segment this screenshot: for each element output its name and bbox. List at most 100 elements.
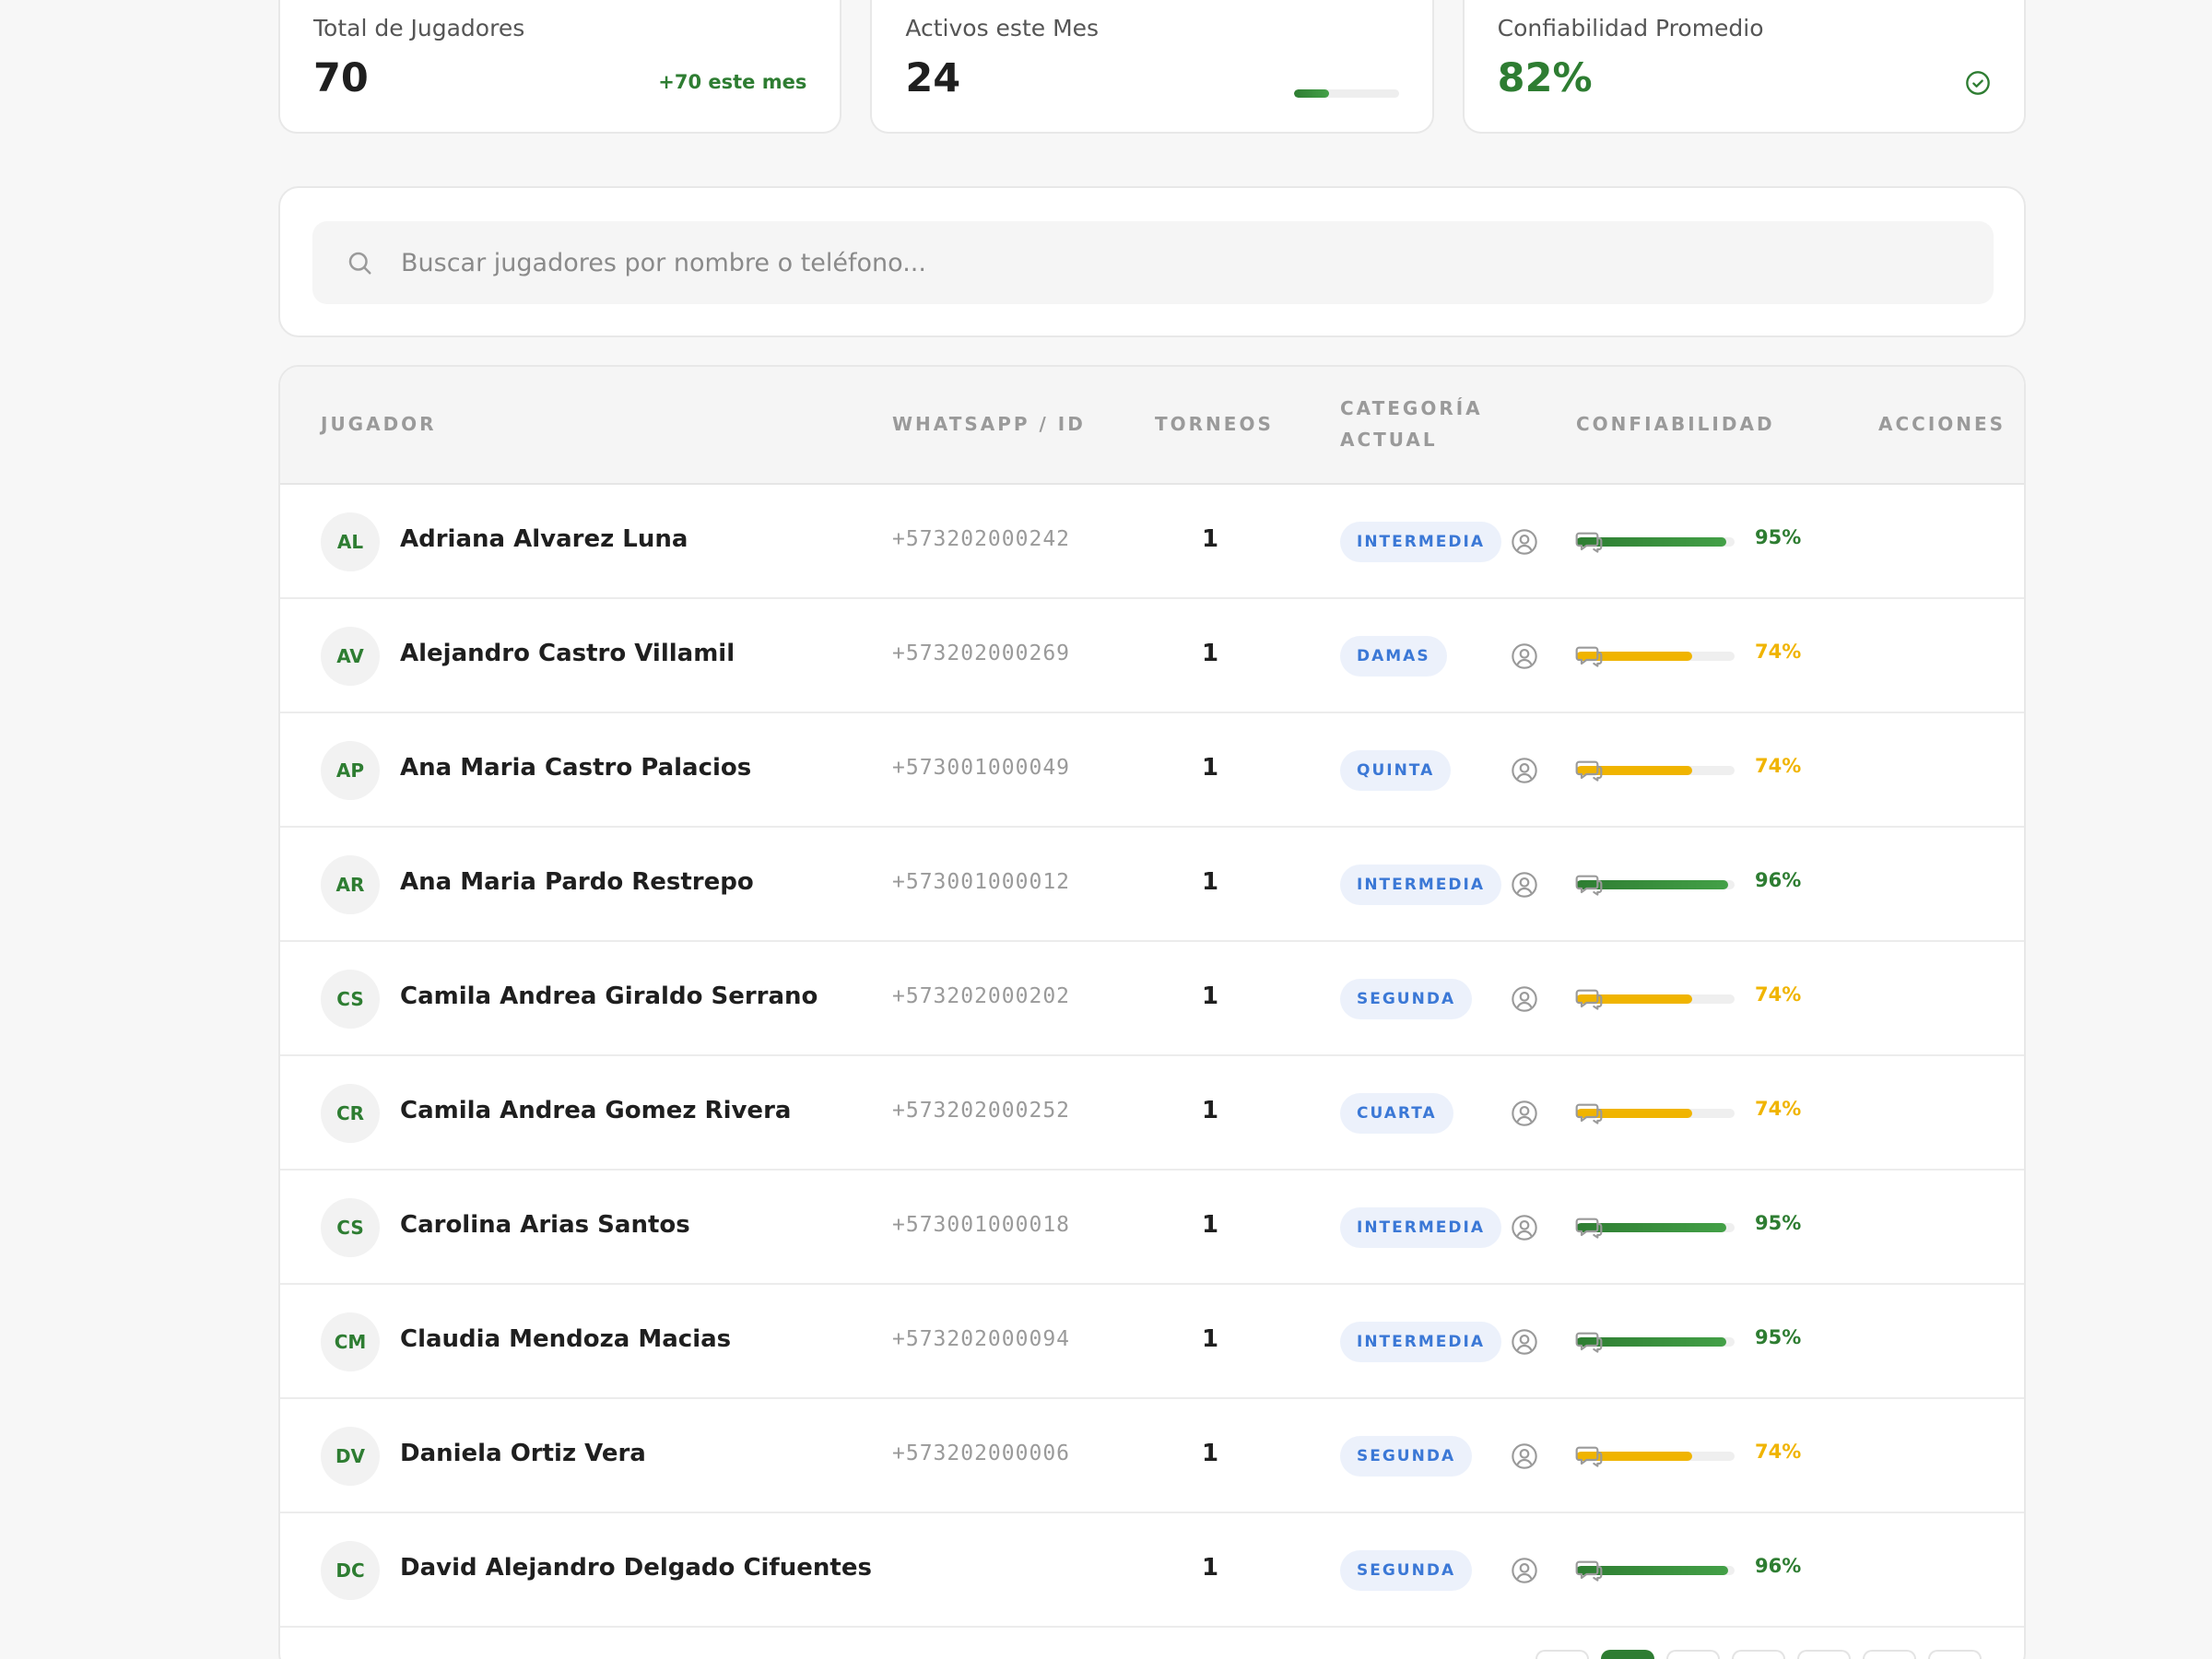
player-phone: +573001000049 bbox=[892, 756, 1071, 780]
pagination bbox=[1535, 1650, 1982, 1659]
chat-icon[interactable] bbox=[1574, 527, 1604, 557]
chat-icon[interactable] bbox=[1574, 870, 1604, 900]
stat-card-active-month: Activos este Mes 24 bbox=[870, 0, 1434, 134]
user-profile-icon[interactable] bbox=[1510, 870, 1539, 900]
header-category[interactable]: CATEGORÍA ACTUAL bbox=[1340, 393, 1483, 455]
player-name[interactable]: Ana Maria Castro Palacios bbox=[400, 754, 751, 782]
page-button[interactable] bbox=[1797, 1650, 1851, 1659]
category-badge: DAMAS bbox=[1340, 636, 1447, 677]
search-input[interactable] bbox=[401, 221, 1968, 304]
player-name[interactable]: Adriana Alvarez Luna bbox=[400, 525, 688, 553]
chat-icon[interactable] bbox=[1574, 1556, 1604, 1585]
page-button-active[interactable] bbox=[1601, 1650, 1654, 1659]
chat-icon[interactable] bbox=[1574, 756, 1604, 785]
avatar: AR bbox=[321, 855, 380, 914]
table-row[interactable]: AV Alejandro Castro Villamil +573202000269… bbox=[280, 599, 2024, 713]
player-phone: +573202000094 bbox=[892, 1327, 1071, 1351]
table-row[interactable]: DV Daniela Ortiz Vera +573202000006 1 SEGUND… bbox=[280, 1399, 2024, 1513]
player-name[interactable]: Camila Andrea Gomez Rivera bbox=[400, 1097, 791, 1124]
tournament-count: 1 bbox=[1201, 1325, 1219, 1353]
table-row[interactable]: AL Adriana Alvarez Luna +573202000242 1 INTE… bbox=[280, 485, 2024, 599]
page-button[interactable] bbox=[1666, 1650, 1720, 1659]
category-badge: INTERMEDIA bbox=[1340, 1322, 1501, 1362]
player-phone: +573001000012 bbox=[892, 870, 1071, 894]
header-tournaments[interactable]: TORNEOS bbox=[1155, 408, 1274, 440]
reliability-percent: 95% bbox=[1755, 1212, 1802, 1234]
reliability-percent: 96% bbox=[1755, 869, 1802, 891]
reliability-percent: 74% bbox=[1755, 983, 1802, 1006]
stat-value: 24 bbox=[905, 55, 961, 101]
tournament-count: 1 bbox=[1201, 525, 1219, 553]
user-profile-icon[interactable] bbox=[1510, 1556, 1539, 1585]
page-button[interactable] bbox=[1863, 1650, 1916, 1659]
table-row[interactable]: CR Camila Andrea Gomez Rivera +57320200025… bbox=[280, 1056, 2024, 1171]
user-profile-icon[interactable] bbox=[1510, 1327, 1539, 1357]
player-name[interactable]: Alejandro Castro Villamil bbox=[400, 640, 735, 667]
player-name[interactable]: Camila Andrea Giraldo Serrano bbox=[400, 982, 818, 1010]
player-phone: +573202000269 bbox=[892, 641, 1071, 665]
table-row[interactable]: CM Claudia Mendoza Macias +573202000094 1 IN… bbox=[280, 1285, 2024, 1399]
avatar: CS bbox=[321, 1198, 380, 1257]
category-badge: SEGUNDA bbox=[1340, 1550, 1473, 1591]
stat-label: Confiabilidad Promedio bbox=[1497, 15, 1764, 41]
tournament-count: 1 bbox=[1201, 868, 1219, 896]
user-profile-icon[interactable] bbox=[1510, 984, 1539, 1014]
page-button[interactable] bbox=[1732, 1650, 1785, 1659]
avatar: CM bbox=[321, 1312, 380, 1371]
user-profile-icon[interactable] bbox=[1510, 527, 1539, 557]
stats-row: Total de Jugadores 70 +70 este mes Activ… bbox=[278, 0, 2026, 134]
header-whatsapp[interactable]: WHATSAPP / ID bbox=[892, 408, 1086, 440]
player-name[interactable]: Ana Maria Pardo Restrepo bbox=[400, 868, 754, 896]
chat-icon[interactable] bbox=[1574, 984, 1604, 1014]
user-profile-icon[interactable] bbox=[1510, 1213, 1539, 1242]
category-badge: QUINTA bbox=[1340, 750, 1452, 791]
reliability-percent: 74% bbox=[1755, 755, 1802, 777]
chat-icon[interactable] bbox=[1574, 1099, 1604, 1128]
player-name[interactable]: Claudia Mendoza Macias bbox=[400, 1325, 731, 1353]
tournament-count: 1 bbox=[1201, 1211, 1219, 1239]
header-actions: ACCIONES bbox=[1878, 413, 2006, 435]
avatar: AV bbox=[321, 627, 380, 686]
header-player[interactable]: JUGADOR bbox=[321, 408, 437, 440]
table-row[interactable]: CS Camila Andrea Giraldo Serrano +57320200… bbox=[280, 942, 2024, 1056]
stat-label: Activos este Mes bbox=[905, 15, 1100, 41]
chat-icon[interactable] bbox=[1574, 641, 1604, 671]
header-reliability[interactable]: CONFIABILIDAD bbox=[1576, 408, 1775, 440]
table-row[interactable]: CS Carolina Arias Santos +573001000018 1 INT… bbox=[280, 1171, 2024, 1285]
avatar: AP bbox=[321, 741, 380, 800]
tournament-count: 1 bbox=[1201, 754, 1219, 782]
stat-note: +70 este mes bbox=[658, 71, 807, 93]
table-row[interactable]: AP Ana Maria Castro Palacios +573001000049… bbox=[280, 713, 2024, 828]
player-name[interactable]: David Alejandro Delgado Cifuentes bbox=[400, 1554, 872, 1582]
user-profile-icon[interactable] bbox=[1510, 641, 1539, 671]
avatar: CS bbox=[321, 970, 380, 1029]
reliability-percent: 95% bbox=[1755, 1326, 1802, 1348]
user-profile-icon[interactable] bbox=[1510, 1099, 1539, 1128]
page-button[interactable] bbox=[1928, 1650, 1982, 1659]
active-progress-bar bbox=[1293, 89, 1399, 98]
check-circle-icon bbox=[1966, 71, 1990, 95]
player-phone: +573202000202 bbox=[892, 984, 1071, 1008]
category-badge: INTERMEDIA bbox=[1340, 1207, 1501, 1248]
table-row[interactable]: AR Ana Maria Pardo Restrepo +573001000012 1… bbox=[280, 828, 2024, 942]
table-header: JUGADOR WHATSAPP / ID TORNEOS CATEGORÍA … bbox=[280, 367, 2024, 485]
chat-icon[interactable] bbox=[1574, 1327, 1604, 1357]
chat-icon[interactable] bbox=[1574, 1213, 1604, 1242]
page-button[interactable] bbox=[1535, 1650, 1589, 1659]
tournament-count: 1 bbox=[1201, 1554, 1219, 1582]
stat-card-total-players: Total de Jugadores 70 +70 este mes bbox=[278, 0, 842, 134]
tournament-count: 1 bbox=[1201, 1097, 1219, 1124]
reliability-percent: 96% bbox=[1755, 1555, 1802, 1577]
user-profile-icon[interactable] bbox=[1510, 756, 1539, 785]
avatar: DC bbox=[321, 1541, 380, 1600]
player-name[interactable]: Carolina Arias Santos bbox=[400, 1211, 690, 1239]
reliability-percent: 74% bbox=[1755, 641, 1802, 663]
chat-icon[interactable] bbox=[1574, 1441, 1604, 1471]
tournament-count: 1 bbox=[1201, 1440, 1219, 1467]
reliability-percent: 74% bbox=[1755, 1098, 1802, 1120]
search-box bbox=[312, 221, 1994, 304]
player-name[interactable]: Daniela Ortiz Vera bbox=[400, 1440, 646, 1467]
reliability-percent: 74% bbox=[1755, 1441, 1802, 1463]
user-profile-icon[interactable] bbox=[1510, 1441, 1539, 1471]
table-row[interactable]: DC David Alejandro Delgado Cifuentes 1 SEGU… bbox=[280, 1513, 2024, 1628]
